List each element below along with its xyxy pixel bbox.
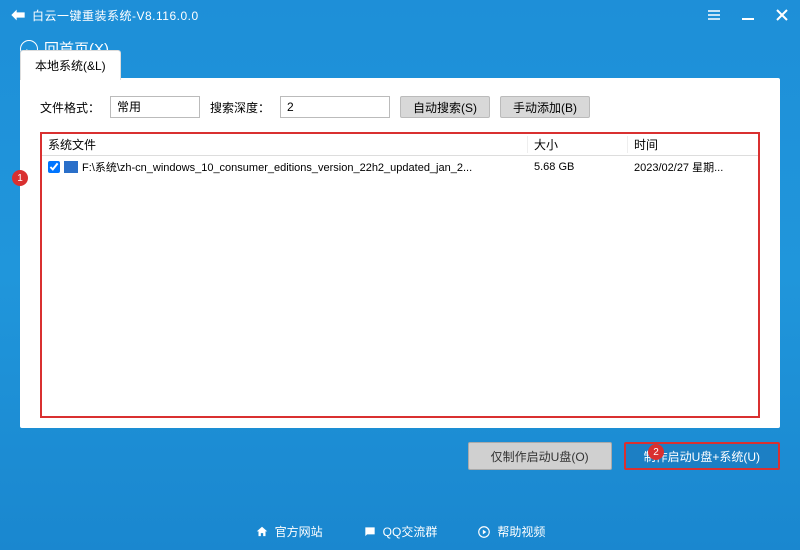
make-usb-system-button[interactable]: 制作启动U盘+系统(U) xyxy=(624,442,780,470)
col-size[interactable]: 大小 xyxy=(528,136,628,153)
file-icon xyxy=(64,161,78,173)
video-icon xyxy=(477,525,491,539)
row-checkbox[interactable] xyxy=(48,161,60,173)
annotation-badge-1: 1 xyxy=(12,170,28,186)
annotation-badge-2: 2 xyxy=(648,444,664,460)
app-logo-icon xyxy=(10,7,26,23)
help-video-link[interactable]: 帮助视频 xyxy=(477,523,545,540)
depth-select[interactable]: 2 xyxy=(280,96,390,118)
file-size: 5.68 GB xyxy=(528,161,628,173)
close-button[interactable] xyxy=(774,7,790,23)
auto-search-button[interactable]: 自动搜索(S) xyxy=(400,96,490,118)
format-label: 文件格式： xyxy=(40,99,100,116)
home-icon xyxy=(255,525,269,539)
qq-group-link[interactable]: QQ交流群 xyxy=(363,523,438,540)
tab-local-system[interactable]: 本地系统(&L) xyxy=(20,50,121,80)
filter-bar: 文件格式： 常用 搜索深度： 2 自动搜索(S) 手动添加(B) xyxy=(40,96,760,118)
main-panel: 本地系统(&L) 文件格式： 常用 搜索深度： 2 自动搜索(S) 手动添加(B… xyxy=(20,78,780,428)
col-file[interactable]: 系统文件 xyxy=(42,136,528,153)
col-time[interactable]: 时间 xyxy=(628,136,758,153)
depth-label: 搜索深度： xyxy=(210,99,270,116)
file-time: 2023/02/27 星期... xyxy=(628,159,758,175)
titlebar: 白云一键重装系统-V8.116.0.0 xyxy=(0,0,800,30)
menu-button[interactable] xyxy=(706,7,722,23)
chat-icon xyxy=(363,525,377,539)
footer-actions: 仅制作启动U盘(O) 制作启动U盘+系统(U) xyxy=(0,428,800,470)
file-path: F:\系统\zh-cn_windows_10_consumer_editions… xyxy=(82,159,472,175)
format-select[interactable]: 常用 xyxy=(110,96,200,118)
make-usb-only-button[interactable]: 仅制作启动U盘(O) xyxy=(468,442,612,470)
table-row[interactable]: F:\系统\zh-cn_windows_10_consumer_editions… xyxy=(42,156,758,178)
minimize-button[interactable] xyxy=(740,7,756,23)
file-table: 系统文件 大小 时间 F:\系统\zh-cn_windows_10_consum… xyxy=(40,132,760,418)
app-title: 白云一键重装系统-V8.116.0.0 xyxy=(32,7,199,24)
manual-add-button[interactable]: 手动添加(B) xyxy=(500,96,590,118)
official-site-link[interactable]: 官方网站 xyxy=(255,523,323,540)
bottom-links: 官方网站 QQ交流群 帮助视频 xyxy=(0,523,800,540)
table-header: 系统文件 大小 时间 xyxy=(42,134,758,156)
